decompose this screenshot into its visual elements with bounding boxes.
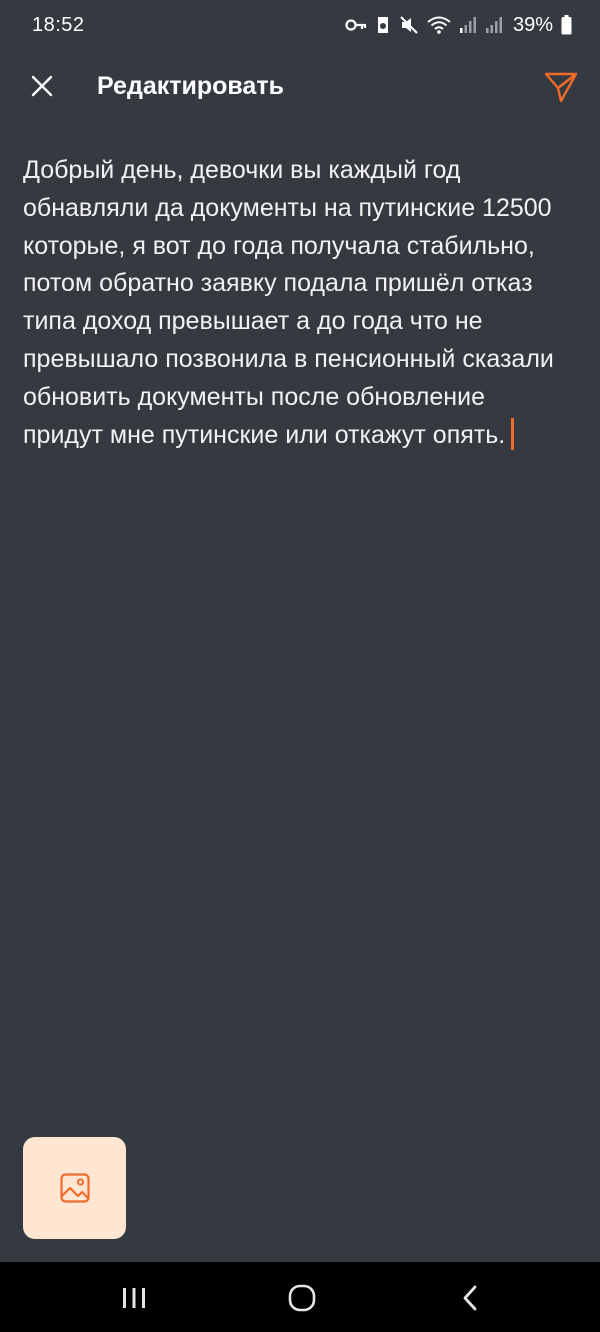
post-text-editor[interactable]: Добрый день, девочки вы каждый год обнав… xyxy=(23,152,571,454)
battery-icon xyxy=(561,15,572,35)
back-button[interactable] xyxy=(440,1280,500,1316)
attach-image-button[interactable] xyxy=(23,1137,126,1239)
mute-icon xyxy=(400,16,418,34)
status-icons: 39% xyxy=(345,14,572,37)
home-icon xyxy=(288,1284,316,1312)
close-button[interactable] xyxy=(22,66,62,106)
image-icon xyxy=(59,1173,90,1203)
page-title: Редактировать xyxy=(97,72,284,100)
send-icon xyxy=(544,72,578,103)
key-icon xyxy=(345,19,367,31)
notification-icon xyxy=(377,17,388,33)
status-bar: 18:52 39% xyxy=(0,0,600,50)
app-bar: Редактировать xyxy=(0,56,600,120)
battery-percent: 39% xyxy=(512,13,553,36)
post-text: Добрый день, девочки вы каждый год обнав… xyxy=(23,156,554,449)
system-nav-bar xyxy=(0,1262,600,1332)
recents-icon xyxy=(123,1288,145,1308)
recents-button[interactable] xyxy=(104,1280,164,1316)
wifi-icon xyxy=(427,16,451,34)
close-icon xyxy=(31,75,53,97)
signal-icon xyxy=(459,17,476,33)
send-button[interactable] xyxy=(540,66,582,108)
text-caret xyxy=(511,417,515,450)
back-icon xyxy=(463,1285,477,1311)
status-time: 18:52 xyxy=(32,13,85,36)
home-button[interactable] xyxy=(272,1280,332,1316)
signal-icon-2 xyxy=(485,17,502,33)
